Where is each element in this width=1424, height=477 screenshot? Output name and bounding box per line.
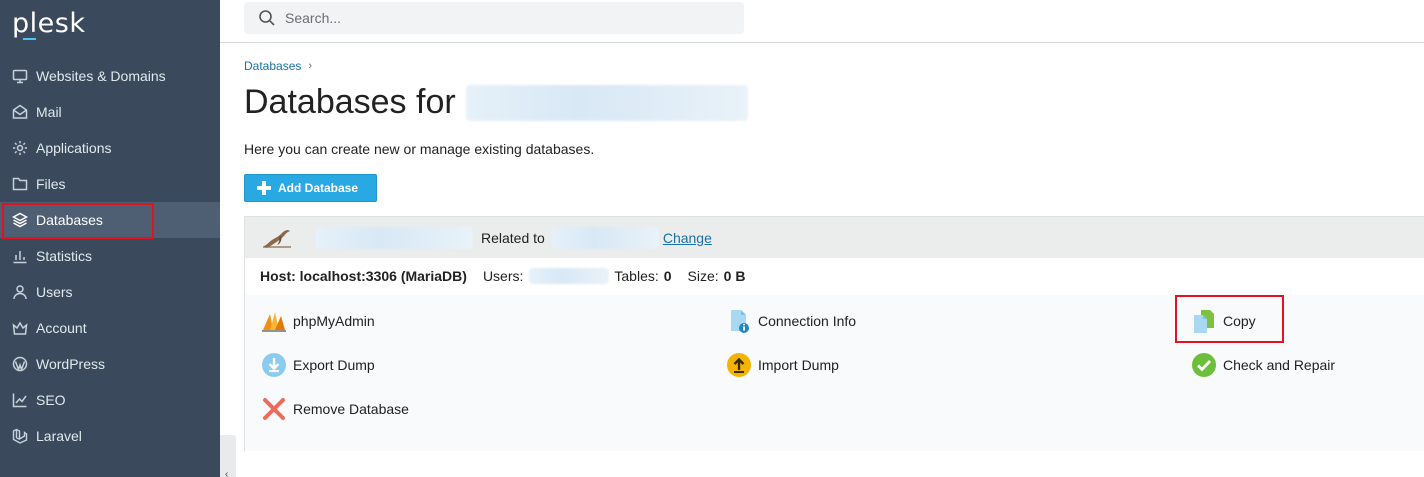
size-label: Size: [687, 268, 719, 284]
phpmyadmin-icon [261, 308, 287, 334]
sidebar-item-label: Mail [36, 104, 62, 120]
search-icon [259, 10, 275, 26]
user-icon [12, 284, 28, 300]
add-database-button[interactable]: Add Database [244, 174, 377, 202]
size-value: 0 B [723, 268, 746, 284]
sidebar-collapse-handle[interactable]: ‹ [220, 435, 236, 477]
laravel-icon [12, 428, 28, 444]
sidebar-item-users[interactable]: Users [0, 274, 220, 310]
sidebar-item-label: Account [36, 320, 87, 336]
redacted-domain-name [465, 84, 748, 121]
sidebar-item-files[interactable]: Files [0, 166, 220, 202]
sidebar-item-label: Databases [36, 212, 103, 228]
related-to-label: Related to [481, 229, 545, 246]
host-info: Host: localhost:3306 (MariaDB) [260, 268, 467, 284]
mariadb-seal-icon [263, 229, 291, 248]
sidebar-item-websites-domains[interactable]: Websites & Domains [0, 58, 220, 94]
check-repair-label: Check and Repair [1223, 357, 1336, 373]
sidebar-item-account[interactable]: Account [0, 310, 220, 346]
logo-underline [23, 38, 36, 40]
search-box[interactable] [244, 2, 744, 34]
sidebar-item-applications[interactable]: Applications [0, 130, 220, 166]
phpmyadmin-label: phpMyAdmin [293, 313, 375, 329]
connection-info-action[interactable]: Connection Info [726, 307, 856, 335]
plesk-logo[interactable]: plesk [12, 8, 85, 39]
tables-value: 0 [663, 268, 672, 284]
checkmark-icon [1191, 352, 1217, 378]
top-bar [220, 0, 1424, 43]
search-input[interactable] [285, 10, 725, 26]
crown-icon [12, 320, 28, 336]
mail-icon [12, 104, 28, 120]
trend-chart-icon [12, 392, 28, 408]
export-dump-action[interactable]: Export Dump [261, 351, 375, 379]
monitor-icon [12, 68, 28, 84]
sidebar: plesk Websites & Domains Mail Applicatio… [0, 0, 220, 477]
sidebar-item-label: Statistics [36, 248, 93, 264]
gear-icon [12, 140, 28, 156]
sidebar-item-statistics[interactable]: Statistics [0, 238, 220, 274]
sidebar-item-label: SEO [36, 392, 66, 408]
change-link[interactable]: Change [663, 230, 712, 246]
sidebar-item-databases[interactable]: Databases [0, 202, 220, 238]
chevron-left-icon: ‹ [225, 469, 229, 477]
page-title: Databases for [244, 83, 748, 122]
sidebar-item-laravel[interactable]: Laravel [0, 418, 220, 454]
sidebar-item-label: WordPress [36, 356, 105, 372]
remove-icon [261, 396, 287, 422]
add-database-label: Add Database [278, 181, 359, 195]
breadcrumb-databases-link[interactable]: Databases [244, 59, 301, 73]
redacted-users [529, 268, 610, 284]
database-info-row: Host: localhost:3306 (MariaDB) Users: Ta… [245, 258, 1424, 294]
sidebar-item-label: Laravel [36, 428, 82, 444]
info-document-icon [726, 308, 752, 334]
database-actions: phpMyAdmin Connection Info Copy Export D… [245, 295, 1424, 451]
wordpress-icon [12, 356, 28, 372]
layers-icon [12, 212, 28, 228]
sidebar-item-label: Users [36, 284, 73, 300]
sidebar-item-label: Applications [36, 140, 112, 156]
page-description: Here you can create new or manage existi… [244, 141, 595, 157]
sidebar-item-wordpress[interactable]: WordPress [0, 346, 220, 382]
page-title-text: Databases for [244, 83, 456, 121]
download-icon [261, 352, 287, 378]
remove-database-action[interactable]: Remove Database [261, 395, 409, 423]
sidebar-nav: Websites & Domains Mail Applications Fil… [0, 58, 220, 454]
phpmyadmin-action[interactable]: phpMyAdmin [261, 307, 375, 335]
sidebar-item-seo[interactable]: SEO [0, 382, 220, 418]
sidebar-item-label: Websites & Domains [36, 68, 166, 84]
check-repair-action[interactable]: Check and Repair [1191, 351, 1335, 379]
sidebar-item-mail[interactable]: Mail [0, 94, 220, 130]
upload-icon [726, 352, 752, 378]
remove-database-label: Remove Database [293, 401, 409, 417]
database-card-header: Related to Change [245, 217, 1424, 258]
plus-icon [257, 181, 271, 195]
folder-icon [12, 176, 28, 192]
tables-label: Tables: [614, 268, 659, 284]
database-card: Related to Change Host: localhost:3306 (… [244, 216, 1424, 451]
copy-action[interactable]: Copy [1191, 307, 1256, 335]
bar-chart-icon [12, 248, 28, 264]
redacted-related-domain [550, 226, 659, 249]
import-dump-label: Import Dump [758, 357, 839, 373]
redacted-database-name [315, 226, 473, 249]
connection-info-label: Connection Info [758, 313, 857, 329]
sidebar-item-label: Files [36, 176, 66, 192]
copy-label: Copy [1223, 313, 1256, 329]
export-dump-label: Export Dump [293, 357, 375, 373]
import-dump-action[interactable]: Import Dump [726, 351, 839, 379]
breadcrumb: Databases › [244, 59, 312, 73]
breadcrumb-separator: › [308, 60, 313, 72]
users-label: Users: [482, 268, 524, 284]
copy-icon [1191, 308, 1217, 334]
